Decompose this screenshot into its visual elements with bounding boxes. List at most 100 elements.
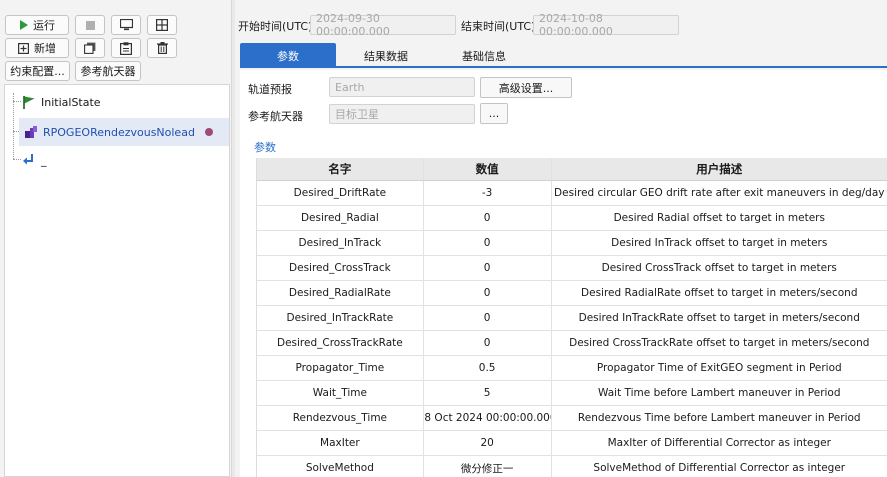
status-dot-icon xyxy=(204,128,213,136)
table-row[interactable]: Rendezvous_Time 08 Oct 2024 00:00:00.000 R… xyxy=(257,406,887,431)
display-button[interactable] xyxy=(111,15,141,35)
parameter-description-cell: Wait Time before Lambert maneuver in Per… xyxy=(598,387,841,399)
tree-item-label: RPOGEORendezvousNolead xyxy=(43,125,195,139)
parameter-description-cell: Propagator Time of ExitGEO segment in Pe… xyxy=(596,362,842,374)
parameter-description-cell: SolveMethod of Differential Corrector as… xyxy=(593,462,846,474)
column-header-value[interactable]: 数值 xyxy=(424,158,552,180)
parameter-value-cell[interactable]: 0 xyxy=(424,256,552,280)
tree-item-initial-state[interactable]: InitialState xyxy=(5,88,229,116)
constraint-config-button[interactable]: 约束配置... xyxy=(5,61,70,81)
reference-spacecraft-label: 参考航天器 xyxy=(248,110,303,123)
grid-view-button[interactable] xyxy=(147,15,177,35)
table-body: Desired_DriftRate -3 Desired circular GEO … xyxy=(257,181,887,477)
parameter-value-cell[interactable]: 0 xyxy=(424,281,552,305)
parameter-description-cell: MaxIter of Differential Corrector as int… xyxy=(607,437,831,449)
parameter-description-cell: Desired RadialRate offset to target in m… xyxy=(581,287,858,299)
tab-results[interactable]: 结果数据 xyxy=(336,43,436,68)
add-button[interactable]: 新增 xyxy=(5,38,69,58)
browse-spacecraft-button[interactable]: ... xyxy=(480,103,508,124)
table-row[interactable]: SolveMethod 微分修正一 SolveMethod of Different… xyxy=(257,456,887,477)
paste-button[interactable] xyxy=(111,38,141,58)
parameter-name-cell: Desired_InTrack xyxy=(257,231,424,255)
add-icon xyxy=(18,42,29,54)
parameter-value-cell[interactable]: 20 xyxy=(424,431,552,455)
parameters-tab-content: 轨道预报 Earth 高级设置... 参考航天器 目标卫星 ... 参数 名字 … xyxy=(240,70,887,477)
reference-spacecraft-label: 参考航天器 xyxy=(80,65,136,78)
parameter-name-cell: Desired_RadialRate xyxy=(257,281,424,305)
add-label: 新增 xyxy=(34,42,56,55)
parameter-name-cell: Propagator_Time xyxy=(257,356,424,380)
parameter-value-cell[interactable]: 0 xyxy=(424,206,552,230)
tree-item-label: InitialState xyxy=(41,95,101,109)
table-row[interactable]: Desired_InTrackRate 0 Desired InTrackRate … xyxy=(257,306,887,331)
start-time-field[interactable]: 2024-09-30 00:00:00.000 xyxy=(310,12,456,38)
parameter-description-cell: Desired Radial offset to target in meter… xyxy=(613,212,825,224)
stop-button[interactable] xyxy=(75,15,105,35)
parameter-name-cell: Desired_DriftRate xyxy=(257,181,424,205)
parameter-value-cell[interactable]: 微分修正一 xyxy=(424,456,552,477)
end-time-label: 结束时间(UTC) xyxy=(461,20,536,33)
table-row[interactable]: Desired_CrossTrack 0 Desired CrossTrack of… xyxy=(257,256,887,281)
parameters-section-title: 参数 xyxy=(254,141,276,154)
parameter-value-cell[interactable]: 08 Oct 2024 00:00:00.000 xyxy=(424,406,552,430)
parameter-name-cell: Desired_Radial xyxy=(257,206,424,230)
parameter-name-cell: Rendezvous_Time xyxy=(257,406,424,430)
orbit-propagator-field[interactable]: Earth xyxy=(329,77,475,97)
play-icon xyxy=(20,20,28,30)
run-button[interactable]: 运行 xyxy=(5,15,69,35)
table-row[interactable]: MaxIter 20 MaxIter of Differential Correct… xyxy=(257,431,887,456)
table-row[interactable]: Propagator_Time 0.5 Propagator Time of Exi… xyxy=(257,356,887,381)
constraint-config-label: 约束配置... xyxy=(10,65,65,78)
start-time-label: 开始时间(UTC) xyxy=(238,20,313,33)
tree-item-rpogeo-rendezvous[interactable]: RPOGEORendezvousNolead xyxy=(19,118,229,146)
maneuver-icon xyxy=(25,126,37,138)
parameter-description-cell: Rendezvous Time before Lambert maneuver … xyxy=(577,412,861,424)
table-row[interactable]: Desired_RadialRate 0 Desired RadialRate of… xyxy=(257,281,887,306)
tree-item-label: _ xyxy=(41,153,47,167)
parameter-value-cell[interactable]: 0 xyxy=(424,306,552,330)
run-label: 运行 xyxy=(33,19,55,32)
table-row[interactable]: Desired_DriftRate -3 Desired circular GEO … xyxy=(257,181,887,206)
flag-icon xyxy=(23,95,35,109)
tab-basic-info[interactable]: 基础信息 xyxy=(436,43,532,68)
parameter-name-cell: Desired_CrossTrackRate xyxy=(257,331,424,355)
table-row[interactable]: Desired_CrossTrackRate 0 Desired CrossTrac… xyxy=(257,331,887,356)
parameter-value-cell[interactable]: 0 xyxy=(424,331,552,355)
table-header: 名字 数值 用户描述 xyxy=(257,158,887,181)
grid-icon xyxy=(156,19,168,31)
parameter-value-cell[interactable]: -3 xyxy=(424,181,552,205)
parameter-description-cell: Desired circular GEO drift rate after ex… xyxy=(554,187,885,199)
parameter-value-cell[interactable]: 5 xyxy=(424,381,552,405)
mission-sequence-panel: 运行 新增 约束配置... 参考航天器 InitialState RPOGEOR… xyxy=(0,0,231,477)
copy-button[interactable] xyxy=(75,38,105,58)
parameter-value-cell[interactable]: 0 xyxy=(424,231,552,255)
parameter-name-cell: Desired_InTrackRate xyxy=(257,306,424,330)
parameter-description-cell: Desired CrossTrackRate offset to target … xyxy=(569,337,870,349)
reference-spacecraft-button[interactable]: 参考航天器 xyxy=(75,61,141,81)
parameter-name-cell: Wait_Time xyxy=(257,381,424,405)
parameter-name-cell: SolveMethod xyxy=(257,456,424,477)
tab-parameters[interactable]: 参数 xyxy=(240,43,336,68)
parameter-description-cell: Desired InTrack offset to target in mete… xyxy=(611,237,828,249)
delete-button[interactable] xyxy=(147,38,177,58)
return-arrow-icon xyxy=(23,154,33,165)
end-time-field[interactable]: 2024-10-08 00:00:00.000 xyxy=(533,12,679,38)
paste-icon xyxy=(120,41,132,55)
table-row[interactable]: Desired_Radial 0 Desired Radial offset to … xyxy=(257,206,887,231)
table-row[interactable]: Wait_Time 5 Wait Time before Lambert maneu… xyxy=(257,381,887,406)
parameter-value-cell[interactable]: 0.5 xyxy=(424,356,552,380)
parameters-table: 名字 数值 用户描述 Desired_DriftRate -3 Desired ci… xyxy=(256,158,887,477)
column-header-name[interactable]: 名字 xyxy=(257,158,424,180)
tree-item-return[interactable]: _ xyxy=(5,146,229,174)
reference-spacecraft-field[interactable]: 目标卫星 xyxy=(329,104,475,124)
monitor-icon xyxy=(119,19,133,31)
advanced-settings-button[interactable]: 高级设置... xyxy=(480,77,572,98)
parameter-description-cell: Desired CrossTrack offset to target in m… xyxy=(601,262,837,274)
copy-icon xyxy=(84,42,96,54)
stop-icon xyxy=(85,20,95,30)
parameter-name-cell: MaxIter xyxy=(257,431,424,455)
segment-detail-panel: 开始时间(UTC) 2024-09-30 00:00:00.000 结束时间(U… xyxy=(235,0,887,477)
column-header-description[interactable]: 用户描述 xyxy=(552,158,887,180)
mission-sequence-tree: InitialState RPOGEORendezvousNolead _ xyxy=(4,84,230,477)
table-row[interactable]: Desired_InTrack 0 Desired InTrack offset t… xyxy=(257,231,887,256)
